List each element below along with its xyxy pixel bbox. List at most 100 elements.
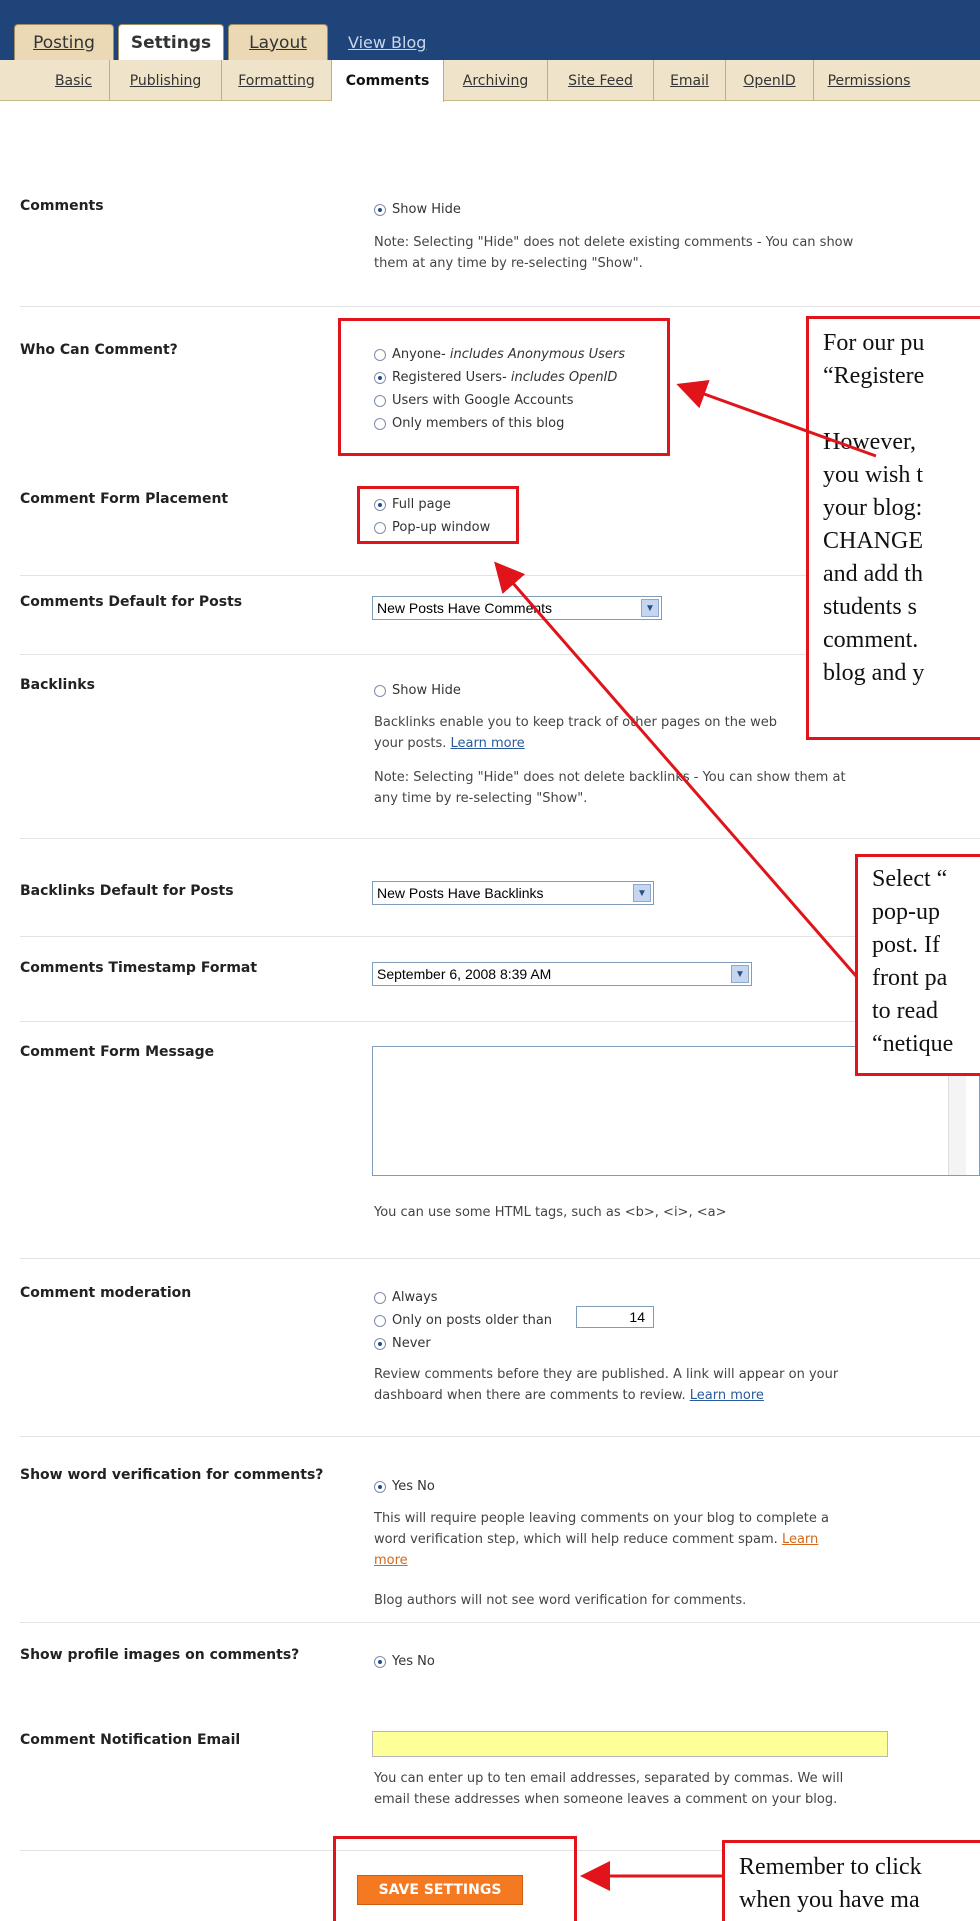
option-label: Always xyxy=(392,1290,438,1305)
backlinks-default-select[interactable]: New Posts Have Backlinks ▼ xyxy=(372,881,654,905)
tab-layout[interactable]: Layout xyxy=(228,24,328,60)
word-verification-yes-no[interactable]: Yes No xyxy=(374,1479,435,1494)
subtab-publishing[interactable]: Publishing xyxy=(110,60,222,101)
notification-email-input[interactable] xyxy=(372,1731,888,1757)
form-message-hint: You can use some HTML tags, such as <b>,… xyxy=(374,1205,727,1220)
subtab-formatting[interactable]: Formatting xyxy=(222,60,332,101)
settings-subnav: Basic Publishing Formatting Comments Arc… xyxy=(0,60,980,102)
chevron-down-icon[interactable]: ▼ xyxy=(731,965,749,983)
subtab-basic[interactable]: Basic xyxy=(38,60,110,101)
note-line: your blog: xyxy=(823,495,923,521)
comments-label: Comments xyxy=(20,198,104,214)
view-blog-link[interactable]: View Blog xyxy=(348,33,426,52)
select-value: New Posts Have Backlinks xyxy=(377,885,544,901)
note-line: However, xyxy=(823,429,916,455)
word-verification-authors: Blog authors will not see word verificat… xyxy=(374,1593,747,1608)
moderation-days-input[interactable]: 14 xyxy=(576,1306,654,1328)
note-line: any time by re-selecting "Show". xyxy=(374,791,588,806)
radio-icon[interactable] xyxy=(374,203,386,216)
annotation-note-who: For our pu “Registere However, you wish … xyxy=(806,316,980,740)
desc-line: Review comments before they are publishe… xyxy=(374,1367,839,1382)
word-verification-desc: This will require people leaving comment… xyxy=(374,1508,829,1571)
subtab-site-feed[interactable]: Site Feed xyxy=(548,60,654,101)
top-tab-bar: Posting Settings Layout View Blog xyxy=(0,0,980,61)
note-line: pop-up xyxy=(872,899,940,925)
learn-more-link[interactable]: Learn xyxy=(782,1532,818,1547)
desc-line: Backlinks enable you to keep track of ot… xyxy=(374,715,777,730)
moderation-older[interactable]: Only on posts older than xyxy=(374,1313,552,1328)
word-verification-label: Show word verification for comments? xyxy=(20,1467,324,1483)
option-label: Yes No xyxy=(392,1654,435,1669)
note-line: Note: Selecting "Hide" does not delete b… xyxy=(374,770,846,785)
radio-icon[interactable] xyxy=(374,1314,386,1327)
radio-icon[interactable] xyxy=(374,684,386,697)
divider xyxy=(20,1021,980,1022)
comments-show-hide[interactable]: Show Hide xyxy=(374,202,461,217)
select-value: New Posts Have Comments xyxy=(377,600,553,616)
moderation-always[interactable]: Always xyxy=(374,1290,438,1305)
who-label: Who Can Comment? xyxy=(20,342,178,358)
form-message-label: Comment Form Message xyxy=(20,1044,215,1060)
note-line: “netique xyxy=(872,1031,954,1057)
subtab-openid[interactable]: OpenID xyxy=(726,60,814,101)
chevron-down-icon[interactable]: ▼ xyxy=(633,884,651,902)
option-label: Show Hide xyxy=(392,683,461,698)
subtab-permissions[interactable]: Permissions xyxy=(814,60,924,101)
option-label: Show Hide xyxy=(392,202,461,217)
placement-label: Comment Form Placement xyxy=(20,491,229,507)
note-line: Select “ xyxy=(872,866,948,892)
timestamp-label: Comments Timestamp Format xyxy=(20,960,258,976)
note-line: them at any time by re-selecting "Show". xyxy=(374,256,643,271)
option-label: Never xyxy=(392,1336,431,1351)
learn-more-link[interactable]: more xyxy=(374,1553,408,1568)
desc-line: your posts. xyxy=(374,736,447,751)
desc-line: This will require people leaving comment… xyxy=(374,1511,829,1526)
learn-more-link[interactable]: Learn more xyxy=(690,1388,764,1403)
note-line: when you have ma xyxy=(739,1887,920,1913)
note-line: post. If xyxy=(872,932,940,958)
comments-default-select[interactable]: New Posts Have Comments ▼ xyxy=(372,596,662,620)
chevron-down-icon[interactable]: ▼ xyxy=(641,599,659,617)
backlinks-default-label: Backlinks Default for Posts xyxy=(20,883,234,899)
moderation-label: Comment moderation xyxy=(20,1285,192,1301)
divider xyxy=(20,1258,980,1259)
note-line: and add th xyxy=(823,561,923,587)
moderation-desc: Review comments before they are publishe… xyxy=(374,1364,838,1406)
note-line: front pa xyxy=(872,965,948,991)
note-line: CHANGE xyxy=(823,528,923,554)
select-value: September 6, 2008 8:39 AM xyxy=(377,966,552,982)
moderation-never[interactable]: Never xyxy=(374,1336,431,1351)
subtab-email[interactable]: Email xyxy=(654,60,726,101)
radio-icon[interactable] xyxy=(374,1655,386,1668)
option-label: Only on posts older than xyxy=(392,1313,553,1328)
comments-note: Note: Selecting "Hide" does not delete e… xyxy=(374,232,853,274)
desc-line: dashboard when there are comments to rev… xyxy=(374,1388,686,1403)
desc-line: You can enter up to ten email addresses,… xyxy=(374,1771,844,1786)
learn-more-link[interactable]: Learn more xyxy=(451,736,525,751)
note-line: For our pu xyxy=(823,330,925,356)
radio-icon[interactable] xyxy=(374,1291,386,1304)
backlinks-desc: Backlinks enable you to keep track of ot… xyxy=(374,712,777,754)
save-settings-button[interactable]: SAVE SETTINGS xyxy=(357,1875,523,1905)
note-line: Remember to click xyxy=(739,1854,922,1880)
annotation-note-save: Remember to click when you have ma xyxy=(722,1840,980,1921)
highlight-placement xyxy=(357,486,519,544)
subtab-comments[interactable]: Comments xyxy=(332,60,444,102)
backlinks-label: Backlinks xyxy=(20,677,95,693)
divider xyxy=(20,936,980,937)
radio-icon[interactable] xyxy=(374,1337,386,1350)
profile-images-yes-no[interactable]: Yes No xyxy=(374,1654,435,1669)
highlight-who xyxy=(338,318,670,456)
note-line: Note: Selecting "Hide" does not delete e… xyxy=(374,235,854,250)
timestamp-select[interactable]: September 6, 2008 8:39 AM ▼ xyxy=(372,962,752,986)
backlinks-show-hide[interactable]: Show Hide xyxy=(374,683,461,698)
divider xyxy=(20,1436,980,1437)
subtab-archiving[interactable]: Archiving xyxy=(444,60,548,101)
backlinks-note: Note: Selecting "Hide" does not delete b… xyxy=(374,767,846,809)
tab-posting[interactable]: Posting xyxy=(14,24,114,60)
note-line: comment. xyxy=(823,627,919,653)
notification-email-label: Comment Notification Email xyxy=(20,1732,241,1748)
annotation-note-placement: Select “ pop-up post. If front pa to rea… xyxy=(855,854,980,1076)
tab-settings[interactable]: Settings xyxy=(118,24,224,61)
radio-icon[interactable] xyxy=(374,1480,386,1493)
